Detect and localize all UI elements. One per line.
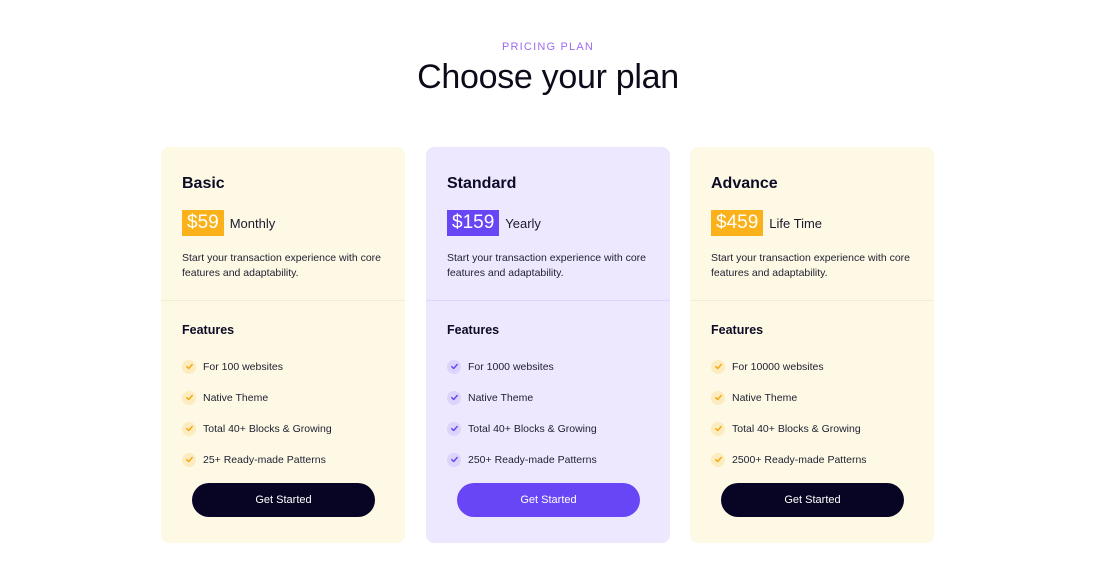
eyebrow-label: PRICING PLAN	[501, 41, 595, 53]
price-badge: $459	[711, 210, 764, 236]
price-row: $459 Life Time	[711, 210, 822, 236]
plan-description: Start your transaction experience with c…	[447, 252, 647, 279]
feature-label: For 10000 websites	[732, 360, 824, 373]
page-title: Choose your plan	[417, 58, 679, 96]
get-started-button[interactable]: Get Started	[192, 483, 375, 517]
features-heading: Features	[711, 323, 764, 337]
feature-item: For 1000 websites	[447, 351, 597, 382]
divider	[161, 300, 405, 301]
check-icon	[711, 452, 725, 467]
plan-name: Standard	[447, 175, 517, 192]
feature-label: 250+ Ready-made Patterns	[468, 453, 597, 466]
price-badge: $59	[182, 210, 224, 236]
feature-label: 2500+ Ready-made Patterns	[732, 453, 867, 466]
feature-list: For 1000 websites Native Theme Total 40+…	[447, 351, 597, 475]
feature-item: Total 40+ Blocks & Growing	[447, 413, 597, 444]
feature-label: Total 40+ Blocks & Growing	[468, 422, 597, 435]
feature-list: For 100 websites Native Theme Total 40+ …	[182, 351, 332, 475]
plan-description: Start your transaction experience with c…	[711, 252, 911, 279]
check-icon	[182, 359, 196, 374]
check-icon	[182, 390, 196, 405]
feature-label: For 1000 websites	[468, 360, 554, 373]
billing-period: Monthly	[229, 215, 276, 231]
plan-description: Start your transaction experience with c…	[182, 252, 382, 279]
get-started-button[interactable]: Get Started	[721, 483, 904, 517]
feature-label: 25+ Ready-made Patterns	[203, 453, 326, 466]
plan-name: Advance	[711, 175, 778, 192]
plan-card-advance: Advance $459 Life Time Start your transa…	[690, 147, 934, 543]
feature-item: 25+ Ready-made Patterns	[182, 444, 332, 475]
feature-item: Native Theme	[711, 382, 867, 413]
divider	[426, 300, 670, 301]
price-row: $159 Yearly	[447, 210, 541, 236]
feature-label: Native Theme	[203, 391, 269, 404]
price-row: $59 Monthly	[182, 210, 275, 236]
check-icon	[447, 452, 461, 467]
feature-item: For 100 websites	[182, 351, 332, 382]
price-badge: $159	[447, 210, 500, 236]
check-icon	[711, 390, 725, 405]
get-started-button[interactable]: Get Started	[457, 483, 640, 517]
features-heading: Features	[182, 323, 235, 337]
check-icon	[447, 390, 461, 405]
feature-label: Total 40+ Blocks & Growing	[203, 422, 332, 435]
check-icon	[447, 359, 461, 374]
feature-label: Native Theme	[468, 391, 534, 404]
check-icon	[447, 421, 461, 436]
billing-period: Yearly	[505, 215, 541, 231]
divider	[690, 300, 934, 301]
feature-list: For 10000 websites Native Theme Total 40…	[711, 351, 867, 475]
plan-name: Basic	[182, 175, 225, 192]
feature-item: Native Theme	[182, 382, 332, 413]
check-icon	[182, 452, 196, 467]
plan-card-basic: Basic $59 Monthly Start your transaction…	[161, 147, 405, 543]
feature-item: Native Theme	[447, 382, 597, 413]
feature-item: 2500+ Ready-made Patterns	[711, 444, 867, 475]
feature-label: For 100 websites	[203, 360, 283, 373]
feature-item: 250+ Ready-made Patterns	[447, 444, 597, 475]
feature-label: Native Theme	[732, 391, 798, 404]
feature-item: Total 40+ Blocks & Growing	[182, 413, 332, 444]
check-icon	[182, 421, 196, 436]
check-icon	[711, 359, 725, 374]
features-heading: Features	[447, 323, 500, 337]
plan-card-standard: Standard $159 Yearly Start your transact…	[426, 147, 670, 543]
billing-period: Life Time	[769, 215, 823, 231]
feature-item: For 10000 websites	[711, 351, 867, 382]
feature-item: Total 40+ Blocks & Growing	[711, 413, 867, 444]
feature-label: Total 40+ Blocks & Growing	[732, 422, 861, 435]
check-icon	[711, 421, 725, 436]
